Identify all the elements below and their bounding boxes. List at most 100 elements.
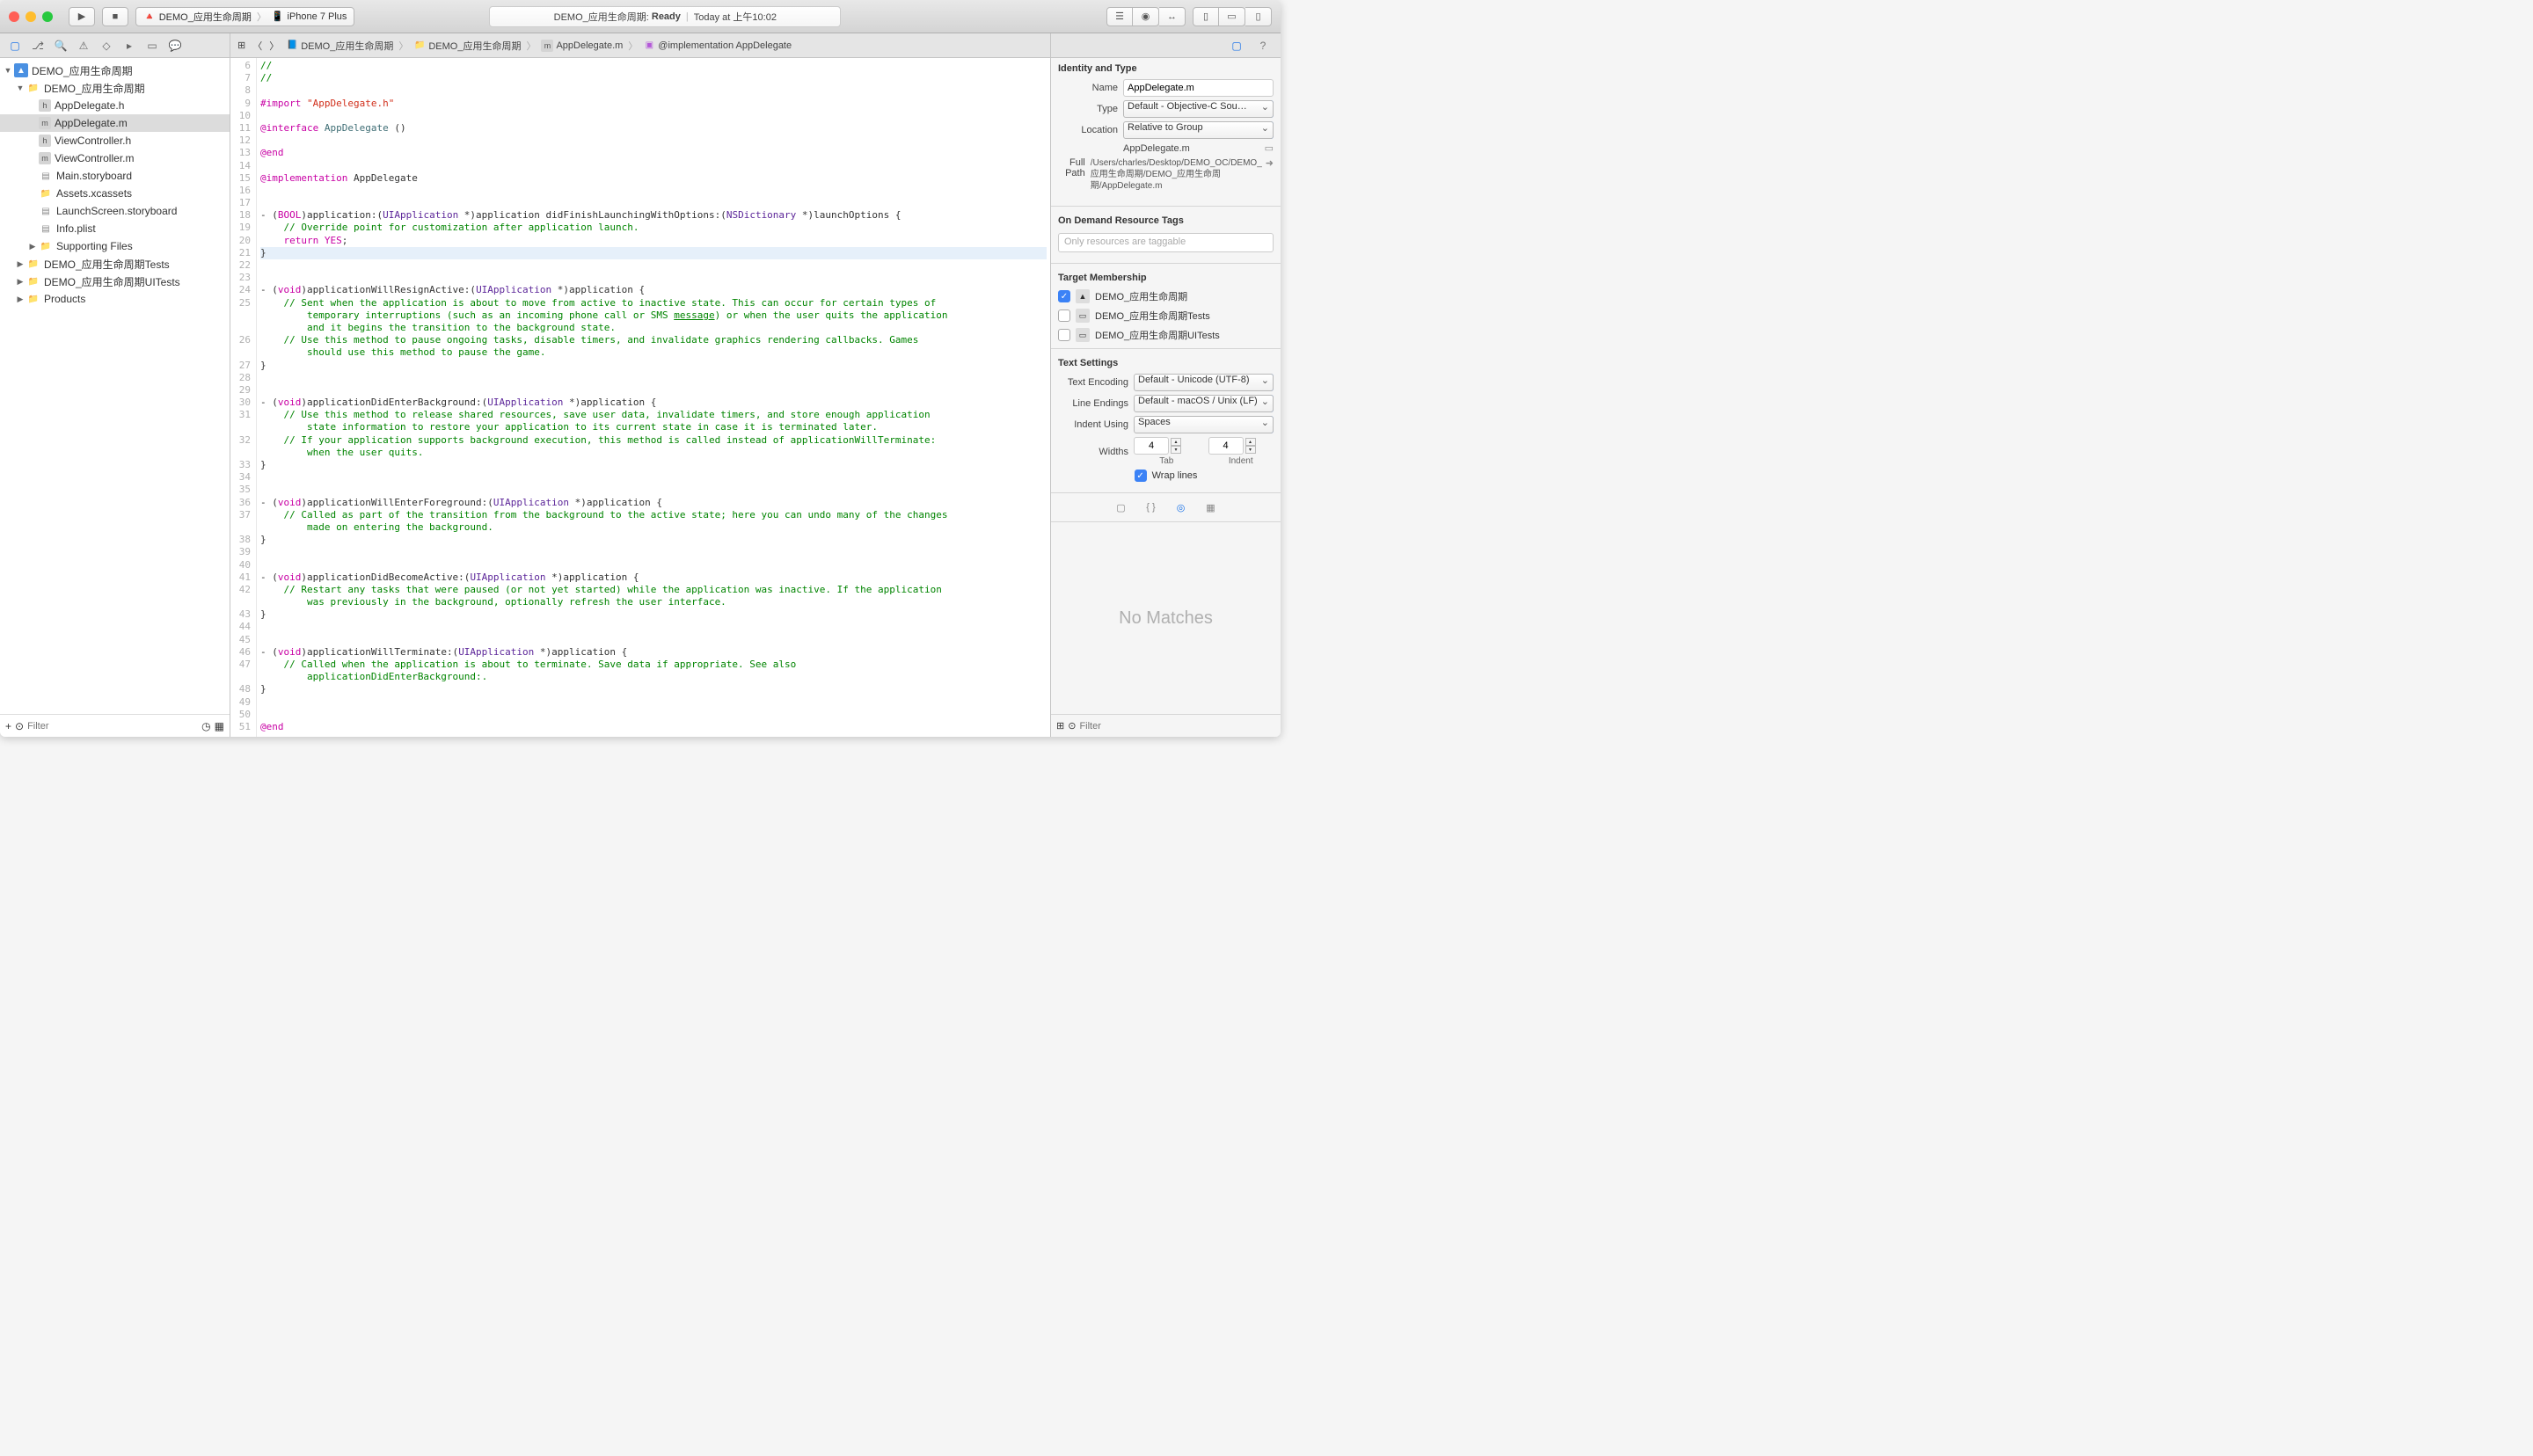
find-navigator-tab[interactable]: 🔍 bbox=[51, 37, 70, 55]
code-area[interactable]: //// #import "AppDelegate.h" @interface … bbox=[257, 58, 1050, 737]
tree-file-item[interactable]: ▤Main.storyboard bbox=[0, 167, 230, 185]
folder-icon: 📁 bbox=[26, 81, 40, 95]
h-file-icon: h bbox=[39, 99, 51, 112]
tree-file-item[interactable]: hViewController.h bbox=[0, 132, 230, 149]
test-navigator-tab[interactable]: ◇ bbox=[97, 37, 116, 55]
target-membership-row[interactable]: ▭DEMO_应用生命周期UITests bbox=[1051, 325, 1281, 345]
quick-help-tab[interactable]: ? bbox=[1254, 37, 1272, 55]
activity-time: Today at 上午10:02 bbox=[694, 10, 777, 24]
library-filter-input[interactable] bbox=[1079, 721, 1275, 732]
run-button[interactable]: ▶ bbox=[69, 7, 95, 26]
file-type-select[interactable]: Default - Objective-C Sou… bbox=[1123, 100, 1274, 118]
stepper-down[interactable]: ▾ bbox=[1245, 446, 1256, 454]
jump-file[interactable]: m AppDelegate.m bbox=[537, 38, 626, 54]
project-navigator-tab[interactable]: ▢ bbox=[5, 37, 25, 55]
target-checkbox[interactable]: ✓ bbox=[1058, 290, 1070, 302]
target-icon: ▲ bbox=[1076, 289, 1090, 303]
file-name-input[interactable] bbox=[1123, 79, 1274, 97]
tree-project-root[interactable]: ▼ ▲ DEMO_应用生命周期 bbox=[0, 62, 230, 79]
back-button[interactable]: 〈 bbox=[249, 37, 266, 55]
scheme-device-name: iPhone 7 Plus bbox=[288, 11, 347, 22]
toggle-debug-button[interactable]: ▭ bbox=[1219, 7, 1245, 26]
add-button[interactable]: + bbox=[5, 720, 11, 732]
debug-navigator-tab[interactable]: ▸ bbox=[120, 37, 139, 55]
standard-editor-button[interactable]: ☰ bbox=[1106, 7, 1133, 26]
object-library-tab[interactable]: ◎ bbox=[1172, 499, 1190, 516]
file-template-library-tab[interactable]: ▢ bbox=[1113, 499, 1130, 516]
tree-file-item[interactable]: mViewController.m bbox=[0, 149, 230, 167]
version-editor-button[interactable]: ↔ bbox=[1159, 7, 1186, 26]
wrap-lines-checkbox[interactable]: ✓ bbox=[1135, 470, 1147, 482]
choose-location-button[interactable]: ▭ bbox=[1265, 142, 1274, 154]
jump-project[interactable]: 📘 DEMO_应用生命周期 bbox=[282, 37, 397, 55]
minimize-window-button[interactable] bbox=[26, 11, 36, 22]
stepper-up[interactable]: ▴ bbox=[1245, 438, 1256, 446]
jump-folder[interactable]: 📁 DEMO_应用生命周期 bbox=[410, 37, 524, 55]
scheme-selector[interactable]: 🔺 DEMO_应用生命周期 〉 📱 iPhone 7 Plus bbox=[135, 7, 354, 26]
target-checkbox[interactable] bbox=[1058, 329, 1070, 341]
m-file-icon: m bbox=[39, 117, 51, 129]
file-inspector-tab[interactable]: ▢ bbox=[1228, 37, 1245, 55]
target-membership-row[interactable]: ▭DEMO_应用生命周期Tests bbox=[1051, 306, 1281, 325]
tree-file-item[interactable]: ▤LaunchScreen.storyboard bbox=[0, 202, 230, 220]
indent-width-stepper[interactable] bbox=[1208, 437, 1244, 455]
navigator-selector: ▢ ⎇ 🔍 ⚠ ◇ ▸ ▭ 💬 bbox=[0, 33, 230, 57]
location-select[interactable]: Relative to Group bbox=[1123, 121, 1274, 139]
stepper-up[interactable]: ▴ bbox=[1171, 438, 1181, 446]
toggle-inspector-button[interactable]: ▯ bbox=[1245, 7, 1272, 26]
line-endings-select[interactable]: Default - macOS / Unix (LF) bbox=[1134, 395, 1274, 412]
indent-using-select[interactable]: Spaces bbox=[1134, 416, 1274, 433]
tab-width-stepper[interactable] bbox=[1134, 437, 1169, 455]
jump-bar-row: ▢ ⎇ 🔍 ⚠ ◇ ▸ ▭ 💬 ⊞ 〈 〉 📘 DEMO_应用生命周期 〉 📁 … bbox=[0, 33, 1281, 58]
scm-filter-button[interactable]: ▦ bbox=[215, 720, 224, 732]
device-icon: 📱 bbox=[272, 11, 284, 22]
text-section-title: Text Settings bbox=[1051, 353, 1281, 372]
activity-title: DEMO_应用生命周期: bbox=[554, 10, 649, 24]
text-encoding-select[interactable]: Default - Unicode (UTF-8) bbox=[1134, 374, 1274, 391]
target-membership-row[interactable]: ✓▲DEMO_应用生命周期 bbox=[1051, 287, 1281, 306]
stepper-down[interactable]: ▾ bbox=[1171, 446, 1181, 454]
activity-viewer: DEMO_应用生命周期: Ready | Today at 上午10:02 bbox=[489, 6, 841, 27]
tree-uitests-group[interactable]: ▶ 📁 DEMO_应用生命周期UITests bbox=[0, 273, 230, 290]
source-control-navigator-tab[interactable]: ⎇ bbox=[28, 37, 47, 55]
tree-supporting-group[interactable]: ▶ 📁 Supporting Files bbox=[0, 237, 230, 255]
related-items-button[interactable]: ⊞ bbox=[234, 38, 249, 53]
target-section-title: Target Membership bbox=[1051, 267, 1281, 287]
jump-bar[interactable]: ⊞ 〈 〉 📘 DEMO_应用生命周期 〉 📁 DEMO_应用生命周期 〉 m … bbox=[230, 33, 1050, 57]
forward-button[interactable]: 〉 bbox=[266, 37, 282, 55]
jump-symbol[interactable]: ▣ @implementation AppDelegate bbox=[639, 38, 795, 54]
tree-products-group[interactable]: ▶ 📁 Products bbox=[0, 290, 230, 308]
tree-file-item[interactable]: 📁Assets.xcassets bbox=[0, 185, 230, 202]
tree-tests-group[interactable]: ▶ 📁 DEMO_应用生命周期Tests bbox=[0, 255, 230, 273]
media-library-tab[interactable]: ▦ bbox=[1202, 499, 1220, 516]
assistant-editor-button[interactable]: ◉ bbox=[1133, 7, 1159, 26]
tree-file-item[interactable]: mAppDelegate.m bbox=[0, 114, 230, 132]
scheme-project-name: DEMO_应用生命周期 bbox=[159, 10, 252, 24]
folder-icon: 📁 bbox=[413, 40, 426, 52]
folder-icon: 📁 bbox=[26, 274, 40, 288]
breakpoint-navigator-tab[interactable]: ▭ bbox=[142, 37, 162, 55]
code-snippet-library-tab[interactable]: { } bbox=[1142, 499, 1160, 516]
tree-file-item[interactable]: ▤Info.plist bbox=[0, 220, 230, 237]
zoom-window-button[interactable] bbox=[42, 11, 53, 22]
navigator-filter-input[interactable] bbox=[27, 721, 198, 732]
symbol-icon: ▣ bbox=[643, 40, 655, 52]
close-window-button[interactable] bbox=[9, 11, 19, 22]
sb-file-icon: ▤ bbox=[39, 204, 53, 218]
source-editor[interactable]: 6789101112131415161718192021222324252627… bbox=[230, 58, 1050, 737]
stop-button[interactable]: ■ bbox=[102, 7, 128, 26]
activity-status: Ready bbox=[652, 11, 681, 22]
tree-group[interactable]: ▼ 📁 DEMO_应用生命周期 bbox=[0, 79, 230, 97]
line-number-gutter[interactable]: 6789101112131415161718192021222324252627… bbox=[230, 58, 257, 737]
target-checkbox[interactable] bbox=[1058, 309, 1070, 322]
file-tree[interactable]: ▼ ▲ DEMO_应用生命周期 ▼ 📁 DEMO_应用生命周期 hAppDele… bbox=[0, 58, 230, 714]
issue-navigator-tab[interactable]: ⚠ bbox=[74, 37, 93, 55]
tree-file-item[interactable]: hAppDelegate.h bbox=[0, 97, 230, 114]
full-path-value: /Users/charles/Desktop/DEMO_OC/DEMO_应用生命… bbox=[1091, 157, 1262, 192]
recent-filter-button[interactable]: ◷ bbox=[201, 720, 210, 732]
report-navigator-tab[interactable]: 💬 bbox=[165, 37, 185, 55]
grid-view-button[interactable]: ⊞ bbox=[1056, 720, 1064, 732]
reveal-in-finder-button[interactable]: ➜ bbox=[1266, 157, 1274, 169]
toggle-navigator-button[interactable]: ▯ bbox=[1193, 7, 1219, 26]
resource-tags-input[interactable]: Only resources are taggable bbox=[1058, 233, 1274, 252]
